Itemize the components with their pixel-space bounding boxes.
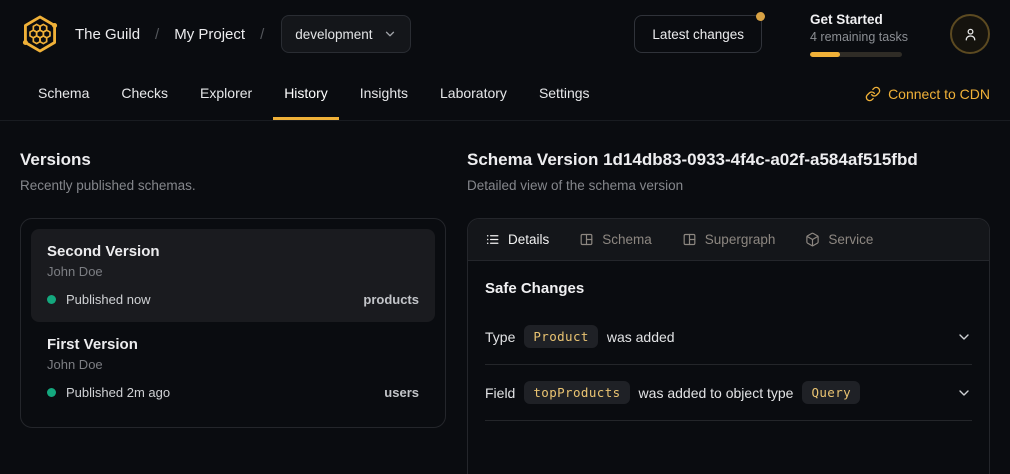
environment-selector[interactable]: development: [281, 15, 410, 53]
schema-version-card: Details Schema Supergraph Service Safe Chan…: [467, 218, 990, 474]
main-nav: SchemaChecksExplorerHistoryInsightsLabor…: [0, 68, 1010, 121]
chevron-down-icon: [956, 385, 972, 401]
app-root: The Guild / My Project / development Lat…: [0, 0, 1010, 474]
detail-tab-details[interactable]: Details: [485, 232, 549, 247]
header-actions: Latest changes Get Started 4 remaining t…: [634, 11, 990, 57]
published-status-dot: [47, 295, 56, 304]
version-author: John Doe: [47, 264, 419, 279]
change-code-badge: Product: [524, 325, 597, 348]
detail-tabs: Details Schema Supergraph Service: [468, 219, 989, 261]
versions-panel: Versions Recently published schemas. Sec…: [20, 149, 446, 474]
version-item[interactable]: First Version John Doe Published 2m ago use…: [31, 322, 435, 415]
panels-icon: [579, 232, 594, 247]
detail-body: Safe Changes Type Product was added Fieldto…: [468, 261, 989, 421]
get-started-widget[interactable]: Get Started 4 remaining tasks: [810, 11, 902, 57]
change-text: was added: [607, 329, 675, 345]
project-name[interactable]: My Project: [174, 26, 245, 43]
detail-tab-supergraph[interactable]: Supergraph: [682, 232, 776, 247]
version-name: First Version: [47, 335, 419, 354]
get-started-progress-fill: [810, 52, 840, 57]
get-started-progressbar: [810, 52, 902, 57]
tab-schema[interactable]: Schema: [27, 68, 100, 120]
cube-icon: [805, 232, 820, 247]
change-code-badge: topProducts: [524, 381, 629, 404]
tab-explorer[interactable]: Explorer: [189, 68, 263, 120]
hive-logo-icon: [20, 14, 60, 54]
user-icon: [962, 26, 979, 43]
connect-cdn-link[interactable]: Connect to CDN: [865, 68, 990, 120]
breadcrumb-separator: /: [155, 26, 159, 43]
versions-subtitle: Recently published schemas.: [20, 177, 446, 194]
schema-version-title: Schema Version 1d14db83-0933-4f4c-a02f-a…: [467, 149, 990, 170]
change-text: was added to object type: [639, 385, 794, 401]
get-started-subtitle: 4 remaining tasks: [810, 29, 902, 45]
version-meta: Published now products: [47, 292, 419, 307]
tab-insights[interactable]: Insights: [349, 68, 419, 120]
tab-settings[interactable]: Settings: [528, 68, 601, 120]
detail-tab-label: Details: [508, 232, 549, 247]
change-row[interactable]: Type Product was added: [485, 309, 972, 365]
detail-tab-label: Schema: [602, 232, 652, 247]
safe-changes-title: Safe Changes: [485, 280, 972, 297]
changes-list: Type Product was added Field topProducts was …: [485, 309, 972, 421]
detail-tab-label: Supergraph: [705, 232, 776, 247]
versions-title: Versions: [20, 149, 446, 170]
published-time: Published 2m ago: [66, 385, 170, 400]
change-row[interactable]: Field topProducts was added to object type…: [485, 365, 972, 421]
schema-version-panel: Schema Version 1d14db83-0933-4f4c-a02f-a…: [467, 149, 990, 474]
chevron-down-icon: [383, 27, 397, 41]
service-name: products: [363, 292, 419, 307]
detail-tab-service[interactable]: Service: [805, 232, 873, 247]
version-item[interactable]: Second Version John Doe Published now produ…: [31, 229, 435, 322]
panels-icon: [682, 232, 697, 247]
versions-card: Second Version John Doe Published now produ…: [20, 218, 446, 428]
latest-changes-label: Latest changes: [652, 27, 744, 42]
list-icon: [485, 232, 500, 247]
breadcrumb: The Guild / My Project / development: [20, 14, 411, 54]
content: Versions Recently published schemas. Sec…: [0, 121, 1010, 474]
schema-version-subtitle: Detailed view of the schema version: [467, 177, 990, 194]
chevron-down-icon: [956, 329, 972, 345]
tab-checks[interactable]: Checks: [110, 68, 179, 120]
app-header: The Guild / My Project / development Lat…: [0, 0, 1010, 68]
environment-selector-value: development: [295, 27, 372, 42]
tab-laboratory[interactable]: Laboratory: [429, 68, 518, 120]
breadcrumb-separator: /: [260, 26, 264, 43]
change-text: Field: [485, 385, 515, 401]
notification-dot: [756, 12, 765, 21]
published-status-dot: [47, 388, 56, 397]
change-code-badge: Query: [802, 381, 860, 404]
avatar[interactable]: [950, 14, 990, 54]
service-name: users: [384, 385, 419, 400]
latest-changes-button[interactable]: Latest changes: [634, 15, 762, 53]
version-author: John Doe: [47, 357, 419, 372]
detail-tab-schema[interactable]: Schema: [579, 232, 652, 247]
version-meta: Published 2m ago users: [47, 385, 419, 400]
detail-tab-label: Service: [828, 232, 873, 247]
tab-history[interactable]: History: [273, 68, 339, 120]
link-icon: [865, 86, 881, 102]
get-started-title: Get Started: [810, 11, 902, 28]
connect-cdn-label: Connect to CDN: [888, 86, 990, 102]
published-time: Published now: [66, 292, 151, 307]
org-name[interactable]: The Guild: [75, 26, 140, 43]
change-text: Type: [485, 329, 515, 345]
version-name: Second Version: [47, 242, 419, 261]
